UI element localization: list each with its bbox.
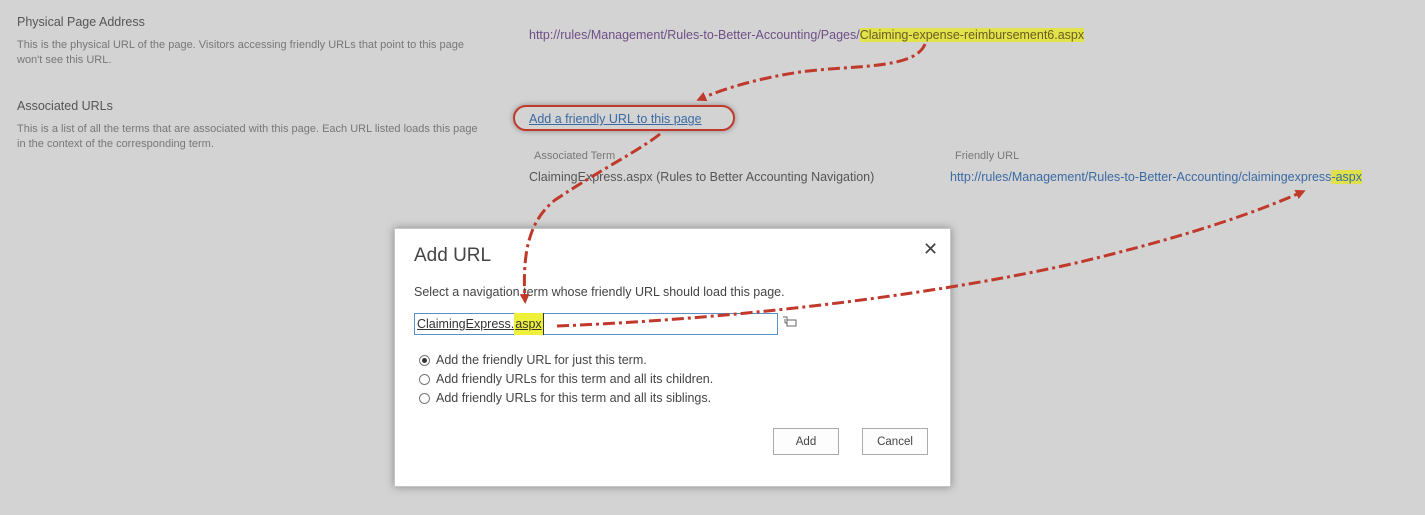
option-label: Add friendly URLs for this term and all … [436,372,714,386]
option-term-and-children[interactable]: Add friendly URLs for this term and all … [419,372,713,386]
add-button[interactable]: Add [773,428,839,455]
associated-urls-description: This is a list of all the terms that are… [17,123,478,150]
dialog-instruction: Select a navigation term whose friendly … [414,285,785,299]
column-header-associated-term: Associated Term [534,150,616,162]
physical-address-description: This is the physical URL of the page. Vi… [17,39,464,66]
input-value-prefix: ClaimingExpress. [417,317,515,331]
browse-terms-icon[interactable] [782,315,798,329]
option-term-and-siblings[interactable]: Add friendly URLs for this term and all … [419,391,711,405]
physical-address-title: Physical Page Address [17,15,145,29]
cancel-button[interactable]: Cancel [862,428,928,455]
physical-url-link[interactable]: http://rules/Management/Rules-to-Better-… [529,28,1085,42]
input-value-highlight: aspx [514,313,544,335]
friendly-url-highlight: -aspx [1331,170,1363,184]
radio-term-and-siblings[interactable] [419,392,430,404]
close-icon[interactable]: ✕ [923,239,938,259]
friendly-url-link[interactable]: http://rules/Management/Rules-to-Better-… [950,170,1363,184]
radio-just-this-term[interactable] [419,354,430,366]
navigation-term-value: ClaimingExpress.aspx [417,313,544,335]
associated-term-cell: ClaimingExpress.aspx (Rules to Better Ac… [529,170,875,184]
option-just-this-term[interactable]: Add the friendly URL for just this term. [419,353,647,367]
option-label: Add the friendly URL for just this term. [436,353,647,367]
dialog-title: Add URL [414,245,492,266]
option-label: Add friendly URLs for this term and all … [436,391,712,405]
add-friendly-url-link[interactable]: Add a friendly URL to this page [529,112,702,126]
radio-term-and-children[interactable] [419,373,430,385]
physical-url-highlight: Claiming-expense-reimbursement6.aspx [859,28,1085,42]
column-header-friendly-url: Friendly URL [955,150,1020,162]
add-url-dialog: Add URL ✕ Select a navigation term whose… [394,228,951,487]
physical-url-prefix: http://rules/Management/Rules-to-Better-… [529,28,860,42]
associated-urls-title: Associated URLs [17,99,113,113]
friendly-url-prefix: http://rules/Management/Rules-to-Better-… [950,170,1332,184]
arrow-physical-to-add-link [696,43,927,102]
